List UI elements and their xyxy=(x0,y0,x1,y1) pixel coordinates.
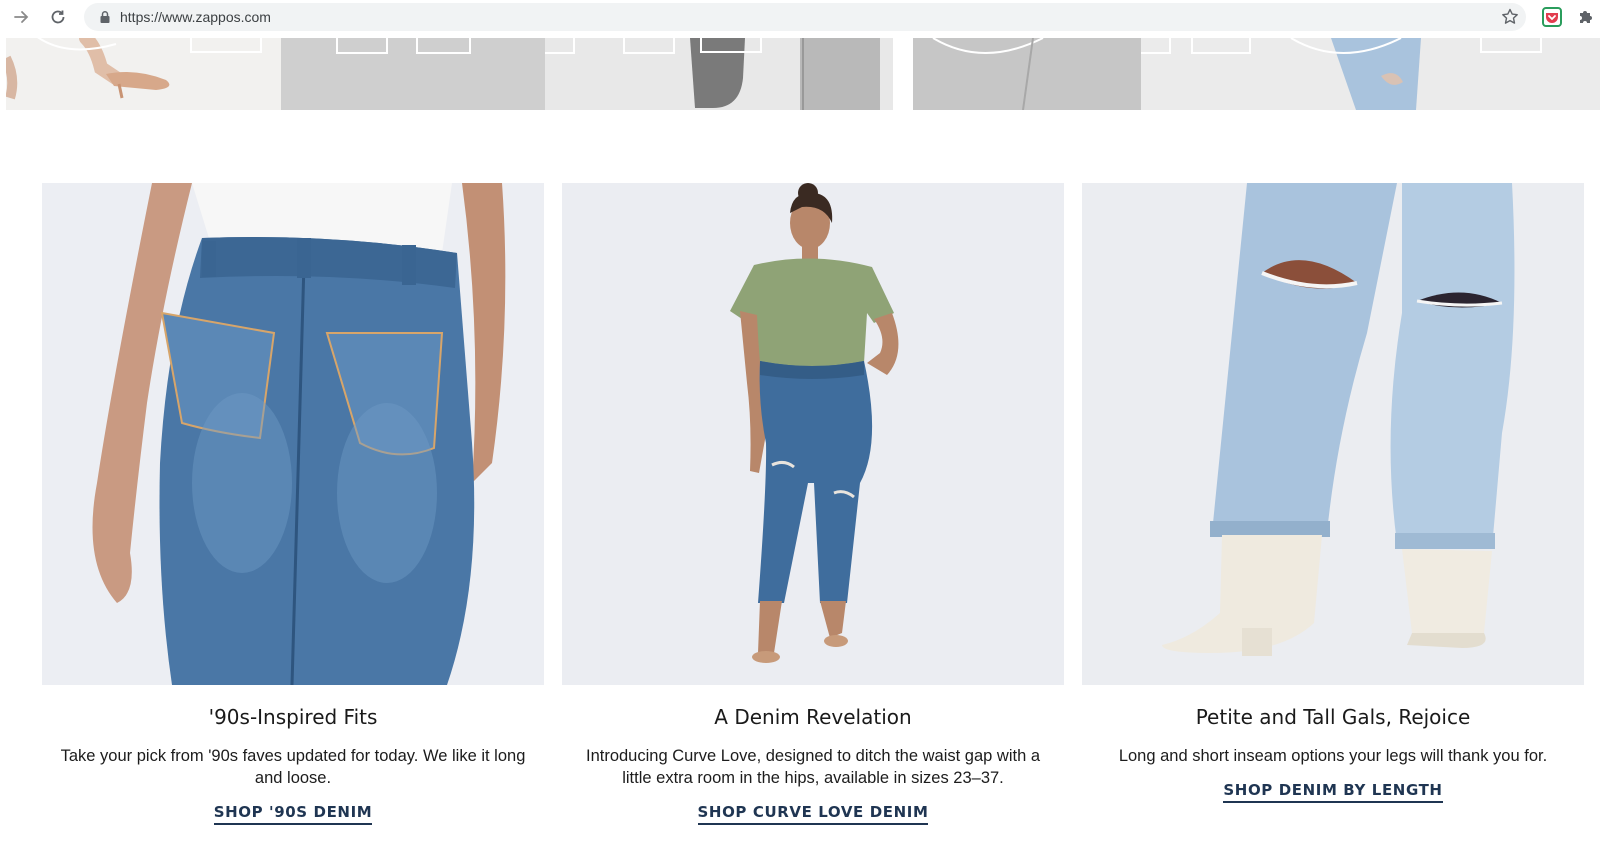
arrow-right-icon xyxy=(14,11,29,23)
url-text[interactable]: https://www.zappos.com xyxy=(120,9,271,25)
card-description: Take your pick from '90s faves updated f… xyxy=(60,747,526,787)
promo-card-denim-length: Petite and Tall Gals, Rejoice Long and s… xyxy=(1082,183,1584,803)
curve-love-model-photo xyxy=(562,183,1064,685)
card-image-ripped-jeans-boots[interactable] xyxy=(1082,183,1584,685)
promo-card-curve-love: A Denim Revelation Introducing Curve Lov… xyxy=(562,183,1064,825)
star-icon[interactable] xyxy=(1500,7,1520,27)
card-title: A Denim Revelation xyxy=(714,705,912,729)
card-title: '90s-Inspired Fits xyxy=(208,705,378,729)
shop-curve-love-denim-link[interactable]: SHOP CURVE LOVE DENIM xyxy=(697,803,929,825)
promo-card-90s: '90s-Inspired Fits Take your pick from '… xyxy=(42,183,544,825)
pocket-icon[interactable] xyxy=(1541,6,1563,28)
reload-icon xyxy=(51,10,65,24)
reload-button[interactable] xyxy=(46,5,70,29)
gray-jeans-photo xyxy=(913,38,1141,110)
banner-image-gray-jeans[interactable] xyxy=(913,38,1141,110)
card-description: Introducing Curve Love, designed to ditc… xyxy=(585,747,1041,787)
banner-image-gray-1[interactable] xyxy=(281,38,545,110)
banner-outline xyxy=(416,38,471,54)
sandal-photo xyxy=(6,38,262,100)
card-description: Long and short inseam options your legs … xyxy=(1118,747,1548,765)
light-jeans-photo xyxy=(1290,38,1542,110)
card-image-90s-jeans[interactable] xyxy=(42,183,544,685)
forward-button[interactable] xyxy=(10,5,34,29)
banner-image-light-jeans[interactable] xyxy=(1141,38,1600,110)
ripped-jeans-boots-photo xyxy=(1082,183,1584,685)
puzzle-icon[interactable] xyxy=(1576,7,1596,27)
card-image-curve-love-model[interactable] xyxy=(562,183,1064,685)
address-bar[interactable]: https://www.zappos.com xyxy=(84,3,1526,31)
banner-image-sandals[interactable] xyxy=(6,38,281,110)
banner-outline xyxy=(336,38,388,54)
90s-jeans-photo xyxy=(42,183,544,685)
lock-icon xyxy=(100,11,110,23)
browser-toolbar: https://www.zappos.com xyxy=(0,0,1600,34)
boot-photo xyxy=(690,38,880,110)
banner-image-boots[interactable] xyxy=(545,38,893,110)
card-title: Petite and Tall Gals, Rejoice xyxy=(1195,705,1471,729)
shop-90s-denim-link[interactable]: SHOP '90S DENIM xyxy=(213,803,373,825)
shop-denim-by-length-link[interactable]: SHOP DENIM BY LENGTH xyxy=(1223,781,1443,803)
